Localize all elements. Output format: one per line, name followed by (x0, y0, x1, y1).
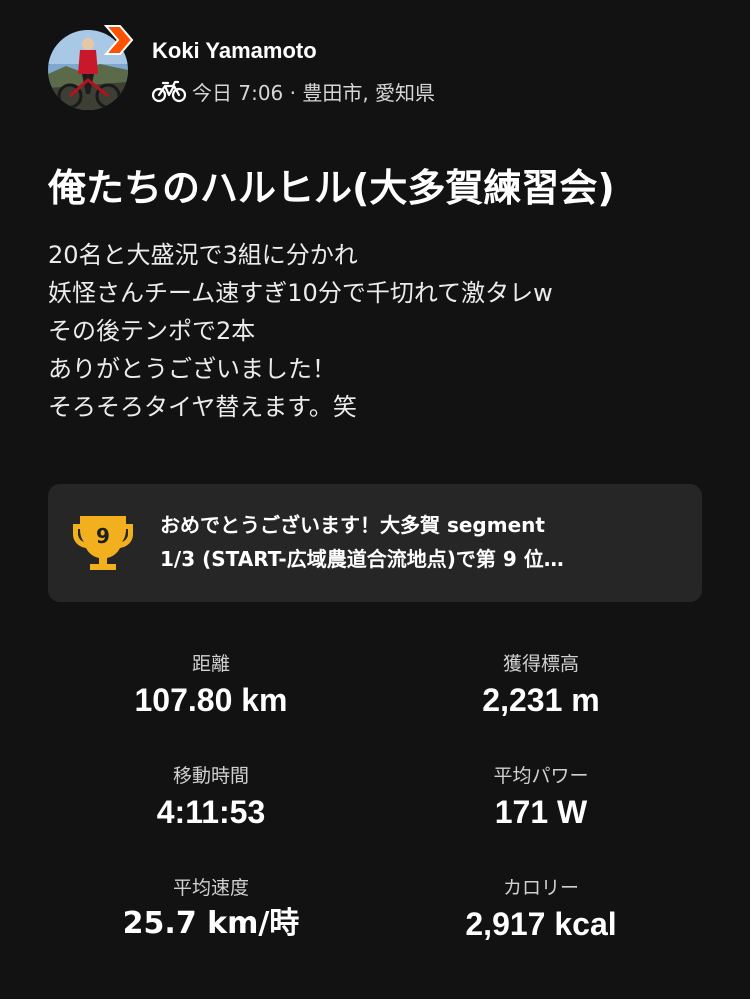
description-line: 妖怪さんチーム速すぎ10分で千切れて激タレw (48, 279, 553, 307)
achievement-line: おめでとうございます！大多賀 segment (160, 513, 545, 537)
stat-value: 107.80 km (134, 682, 288, 718)
trophy-rank: 9 (96, 524, 110, 548)
segment-achievement-card[interactable]: 9 おめでとうございます！大多賀 segment 1/3 (START-広域農道… (48, 484, 702, 602)
stat-value: 171 W (494, 794, 588, 830)
activity-description: 20名と大盛況で3組に分かれ 妖怪さんチーム速すぎ10分で千切れて激タレw その… (48, 236, 738, 426)
stat-label: 平均速度 (172, 877, 249, 899)
stat-value: 25.7 km/時 (122, 906, 300, 941)
stat-elevation-gain: 獲得標高 2,231 m (386, 648, 696, 720)
achievement-line: 1/3 (START-広域農道合流地点)で第 9 位… (160, 547, 564, 571)
stat-average-speed: 平均速度 25.7 km/時 (56, 872, 366, 944)
activity-title[interactable]: 俺たちのハルヒル(大多賀練習会) (48, 162, 738, 214)
description-line: そろそろタイヤ替えます。笑 (48, 393, 357, 421)
stat-value: 4:11:53 (156, 794, 266, 830)
trophy-icon: 9 (73, 516, 133, 570)
athlete-avatar-group[interactable] (48, 25, 134, 114)
bike-icon (152, 80, 186, 103)
description-line: 20名と大盛況で3組に分かれ (48, 241, 358, 269)
stat-moving-time: 移動時間 4:11:53 (56, 760, 366, 832)
stat-value: 2,231 m (482, 682, 600, 718)
stat-calories: カロリー 2,917 kcal (386, 872, 696, 944)
description-line: その後テンポで2本 (48, 317, 256, 345)
strava-chevron-badge-icon (103, 25, 134, 55)
stat-label: 獲得標高 (502, 653, 579, 675)
achievement-text: おめでとうございます！大多賀 segment 1/3 (START-広域農道合流… (160, 508, 680, 576)
description-line: ありがとうございました！ (48, 355, 336, 383)
stat-distance: 距離 107.80 km (56, 648, 366, 720)
activity-date-location: 今日 7:06 · 豊田市, 愛知県 (192, 80, 436, 105)
athlete-name[interactable]: Koki Yamamoto (152, 38, 317, 64)
stat-label: 平均パワー (493, 765, 589, 787)
stat-label: カロリー (502, 877, 579, 899)
stat-average-power: 平均パワー 171 W (386, 760, 696, 832)
stat-label: 移動時間 (172, 765, 249, 787)
activity-header: Koki Yamamoto 今日 7:06 · 豊田市, 愛知県 (48, 25, 708, 114)
stat-value: 2,917 kcal (465, 906, 617, 942)
activity-meta: 今日 7:06 · 豊田市, 愛知県 (152, 76, 435, 106)
stat-label: 距離 (191, 653, 230, 675)
